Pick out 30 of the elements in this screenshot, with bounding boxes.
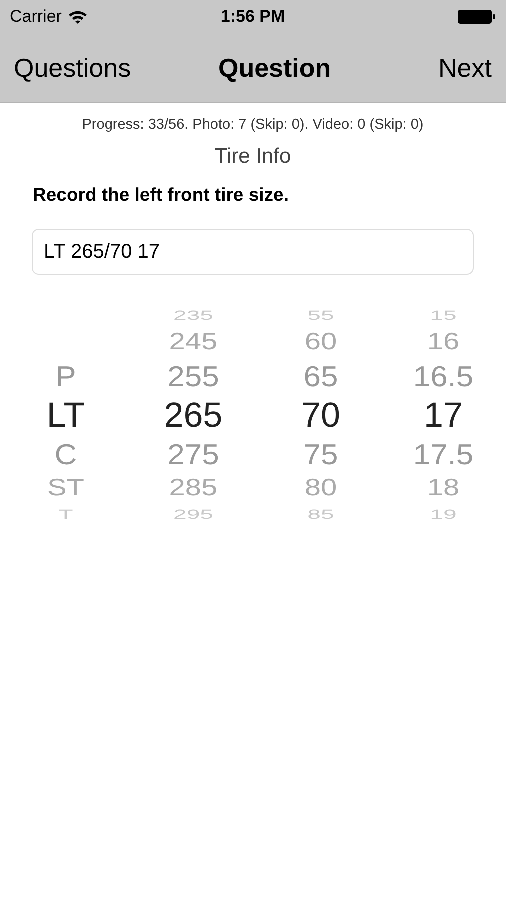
picker-item[interactable]: 275 xyxy=(168,440,220,469)
next-button[interactable]: Next xyxy=(436,52,494,84)
picker-item[interactable]: 245 xyxy=(169,330,218,354)
picker-item[interactable]: P xyxy=(56,362,76,391)
answer-field[interactable]: LT 265/70 17 xyxy=(32,229,474,275)
carrier-label: Carrier xyxy=(10,7,62,27)
picker-item[interactable]: ST xyxy=(47,476,85,500)
picker-item[interactable]: 265 xyxy=(164,398,223,433)
picker-item[interactable]: 18 xyxy=(427,476,460,500)
picker-item[interactable]: 255 xyxy=(168,362,220,391)
picker-item[interactable]: 60 xyxy=(304,330,338,354)
picker-item[interactable]: 80 xyxy=(304,476,338,500)
picker-item[interactable]: C xyxy=(54,440,78,469)
picker-item[interactable]: 285 xyxy=(169,476,218,500)
picker-item[interactable]: LT xyxy=(46,398,86,433)
section-title: Tire Info xyxy=(214,145,292,169)
nav-title: Question xyxy=(218,52,332,84)
picker-item[interactable]: 75 xyxy=(304,440,338,469)
picker-item[interactable]: 17.5 xyxy=(413,440,474,469)
picker-item[interactable]: 16.5 xyxy=(413,362,474,391)
status-time: 1:56 PM xyxy=(220,7,286,27)
picker-item[interactable]: 65 xyxy=(304,362,338,391)
picker-item[interactable]: 70 xyxy=(302,398,340,433)
picker-item[interactable]: 16 xyxy=(427,330,460,354)
picker-item[interactable]: 17 xyxy=(424,398,463,433)
battery-icon xyxy=(458,10,496,24)
wifi-icon xyxy=(68,10,88,24)
question-text: Record the left front tire size. xyxy=(33,184,290,206)
back-button[interactable]: Questions xyxy=(12,52,134,84)
progress-text: Progress: 33/56. Photo: 7 (Skip: 0). Video: 0 (Skip: 0) xyxy=(81,117,425,133)
